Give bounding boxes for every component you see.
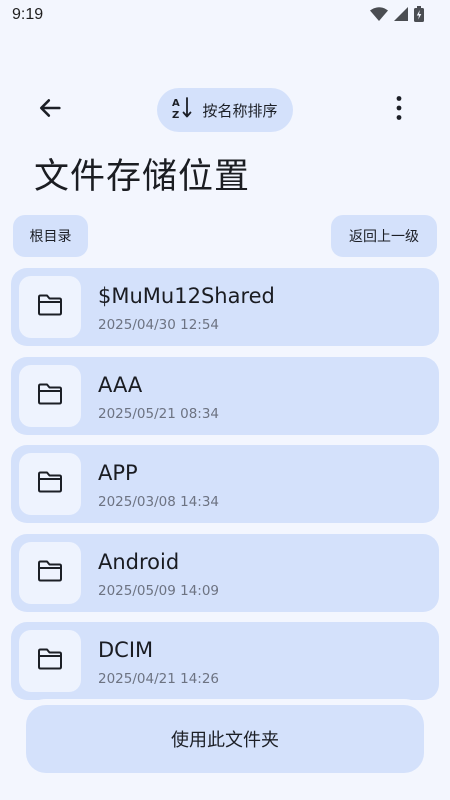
page-title: 文件存储位置 xyxy=(34,157,251,197)
folder-icon xyxy=(37,294,63,320)
status-bar: 9:19 xyxy=(0,0,450,32)
folder-icon-container xyxy=(19,276,81,338)
app-bar: A Z 按名称排序 xyxy=(0,86,450,136)
folder-date: 2025/05/21 08:34 xyxy=(98,405,220,422)
folder-name: Android xyxy=(98,549,180,574)
folder-icon-container xyxy=(19,630,81,692)
list-item[interactable]: $MuMu12Shared 2025/04/30 12:54 xyxy=(11,268,439,346)
list-item[interactable]: APP 2025/03/08 14:34 xyxy=(11,445,439,523)
more-vert-icon xyxy=(395,95,403,125)
sort-az-icon: A Z xyxy=(172,96,194,124)
battery-icon xyxy=(414,6,424,22)
sort-button[interactable]: A Z 按名称排序 xyxy=(157,88,293,132)
back-button[interactable] xyxy=(26,86,74,134)
folder-icon xyxy=(37,471,63,497)
root-directory-button[interactable]: 根目录 xyxy=(13,215,88,257)
folder-icon xyxy=(37,560,63,586)
folder-name: APP xyxy=(98,461,138,485)
folder-date: 2025/03/08 14:34 xyxy=(98,494,220,510)
signal-icon xyxy=(394,7,408,21)
folder-icon xyxy=(37,648,63,674)
list-item[interactable]: AAA 2025/05/21 08:34 xyxy=(11,356,439,435)
status-time: 9:19 xyxy=(12,6,44,23)
folder-date: 2025/04/21 14:26 xyxy=(98,671,220,687)
folder-list: $MuMu12Shared 2025/04/30 12:54 AAA 2025/… xyxy=(11,268,439,711)
folder-icon xyxy=(37,383,63,409)
folder-date: 2025/05/09 14:09 xyxy=(98,582,220,599)
svg-text:A: A xyxy=(172,98,180,109)
sort-label: 按名称排序 xyxy=(202,101,278,120)
list-item[interactable]: DCIM 2025/04/21 14:26 xyxy=(11,622,439,700)
folder-name: AAA xyxy=(98,372,143,397)
folder-name: DCIM xyxy=(98,638,154,662)
svg-text:Z: Z xyxy=(172,110,179,120)
folder-icon-container xyxy=(19,364,81,427)
wifi-icon xyxy=(370,7,388,21)
folder-date: 2025/04/30 12:54 xyxy=(98,317,220,333)
arrow-left-icon xyxy=(36,94,64,126)
folder-icon-container xyxy=(19,541,81,604)
status-icons xyxy=(370,6,424,22)
list-item[interactable]: Android 2025/05/09 14:09 xyxy=(11,533,439,612)
go-up-button[interactable]: 返回上一级 xyxy=(331,215,437,257)
folder-name: $MuMu12Shared xyxy=(98,284,275,308)
more-options-button[interactable] xyxy=(376,86,422,134)
use-this-folder-button[interactable]: 使用此文件夹 xyxy=(26,705,424,773)
folder-icon-container xyxy=(19,453,81,515)
